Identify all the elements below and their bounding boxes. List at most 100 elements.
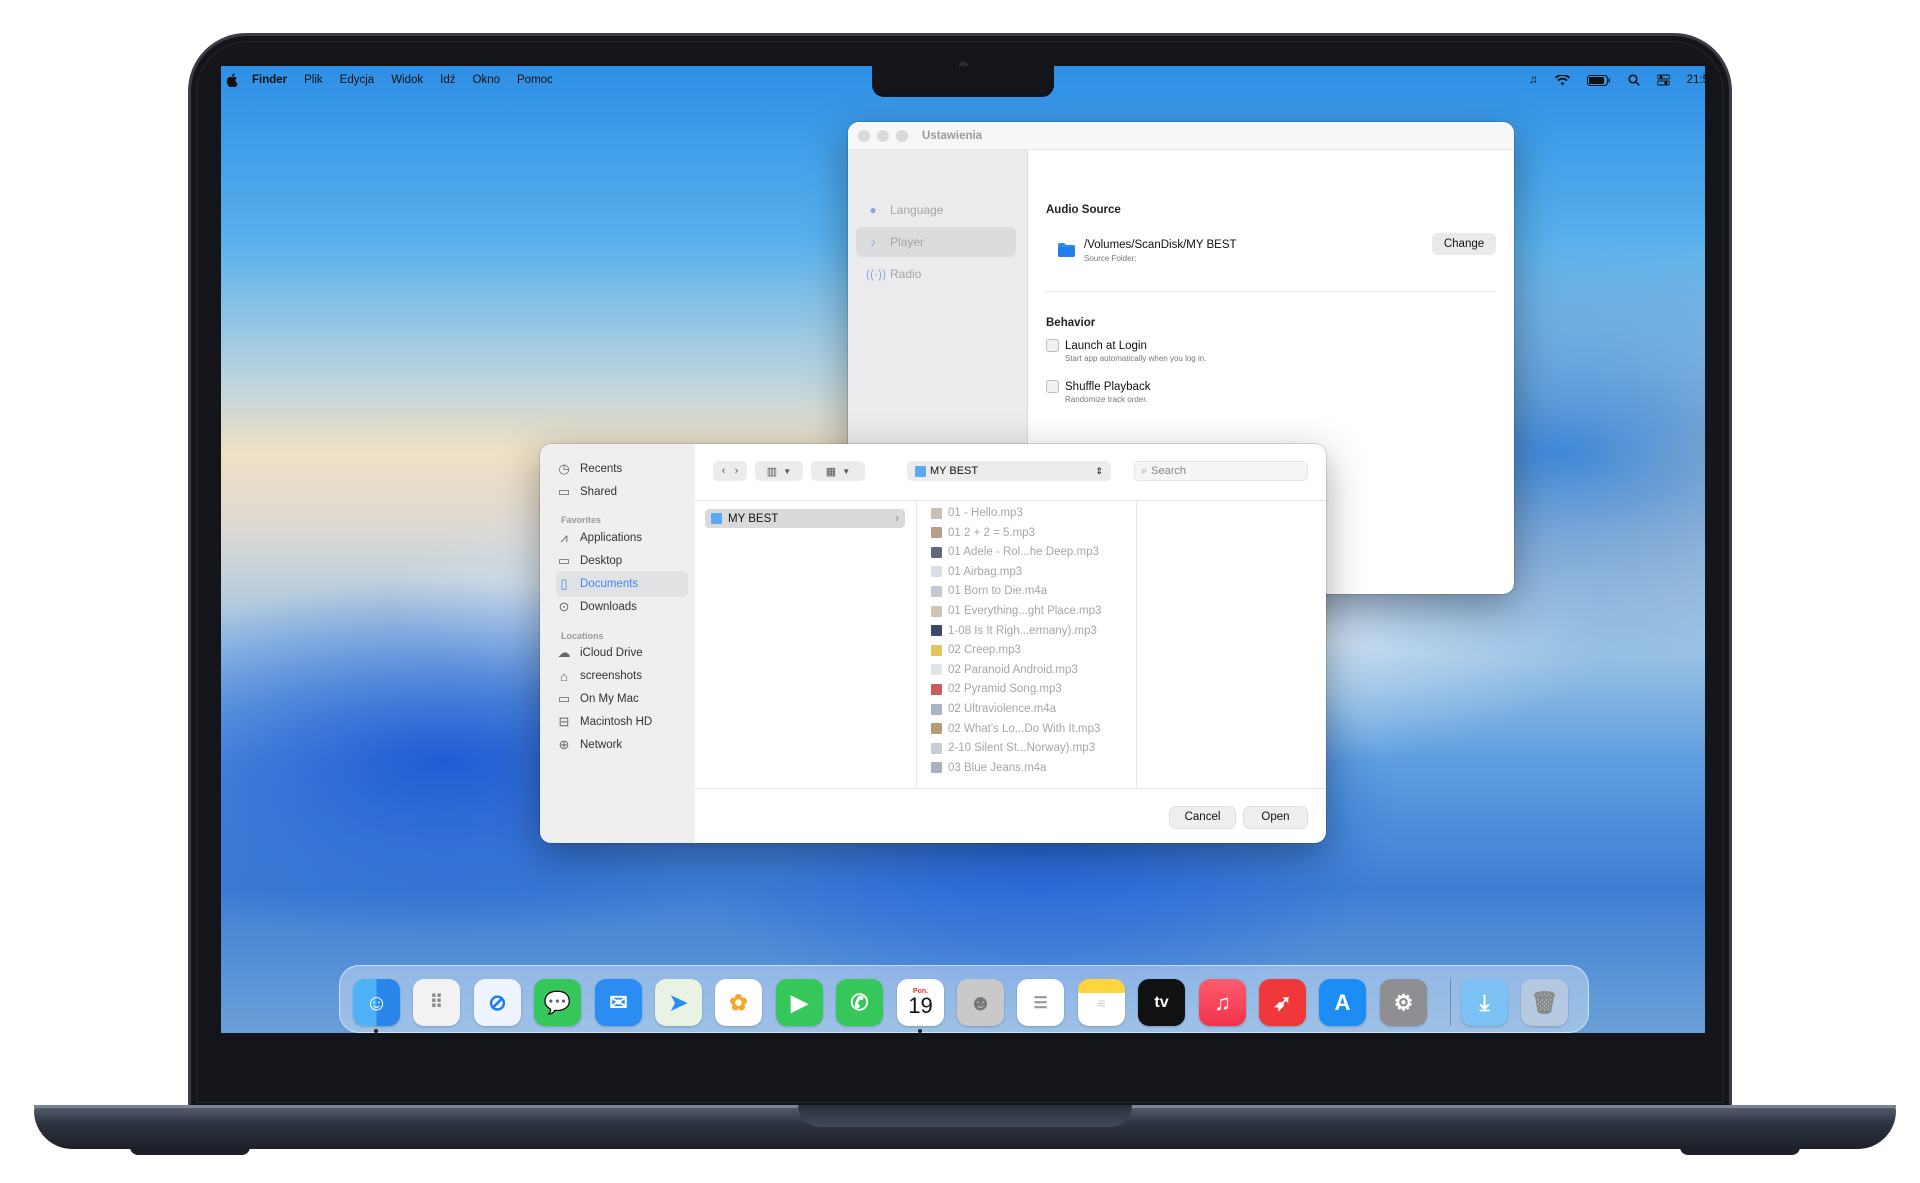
document-icon: ▯ [560, 576, 568, 591]
menu-file[interactable]: Plik [304, 74, 323, 86]
apple-menu-icon[interactable] [226, 73, 238, 87]
file-row[interactable]: 01 - Hello.mp3 [931, 507, 1023, 519]
battery-icon[interactable] [1586, 74, 1611, 86]
sidebar-item-network[interactable]: ⊕ Network [556, 732, 688, 758]
view-mode-button[interactable]: ▥ ▼ [755, 461, 803, 481]
file-row[interactable]: 02 Pyramid Song.mp3 [931, 683, 1062, 695]
sidebar-item-downloads[interactable]: ⊙ Downloads [556, 594, 688, 620]
file-name: 1-08 Is It Righ...ermany).mp3 [948, 624, 1097, 637]
menu-window[interactable]: Okno [473, 74, 501, 86]
trash-icon[interactable]: 🗑 [1521, 979, 1568, 1026]
file-row[interactable]: 01 Adele - Rol...he Deep.mp3 [931, 546, 1099, 558]
running-indicator [374, 1029, 378, 1033]
shuffle-playback-checkbox[interactable] [1046, 380, 1059, 393]
sidebar-item-label: Downloads [580, 601, 637, 613]
cancel-button[interactable]: Cancel [1170, 807, 1235, 828]
safari-icon[interactable]: ⊘ [474, 979, 521, 1026]
music-icon[interactable]: ♫ [1199, 979, 1246, 1026]
open-button[interactable]: Open [1244, 807, 1307, 828]
file-row[interactable]: 02 Ultraviolence.m4a [931, 703, 1056, 715]
file-row[interactable]: 1-08 Is It Righ...ermany).mp3 [931, 625, 1097, 637]
file-row[interactable]: 01 Born to Die.m4a [931, 585, 1047, 597]
laptop-foot [1680, 1147, 1800, 1155]
facetime-icon[interactable]: ▶ [776, 979, 823, 1026]
radio-waves-icon: ((·)) [866, 267, 886, 281]
rocket-app-icon[interactable]: ➶ [1259, 979, 1306, 1026]
file-name: 2-10 Silent St...Norway).mp3 [948, 742, 1096, 755]
sidebar-item-language[interactable]: ● Language [856, 195, 1016, 225]
folder-icon [711, 513, 722, 524]
file-thumbnail-icon [931, 507, 942, 519]
launchpad-icon[interactable]: ⠿ [413, 979, 460, 1026]
launch-at-login-checkbox[interactable] [1046, 339, 1059, 352]
menu-edit[interactable]: Edycja [340, 74, 375, 86]
settings-title: Ustawienia [922, 130, 983, 142]
sidebar-item-shared[interactable]: ▭ Shared [556, 479, 688, 505]
columns-view-icon: ▥ [766, 465, 778, 478]
maps-icon[interactable]: ➤ [655, 979, 702, 1026]
chevron-down-icon: ▼ [783, 466, 792, 476]
search-field[interactable]: ⌕ Search [1134, 461, 1308, 481]
downloads-stack-icon[interactable]: ⤓ [1461, 979, 1508, 1026]
file-thumbnail-icon [931, 723, 942, 735]
forward-chevron-icon[interactable]: › [735, 465, 739, 477]
group-by-button[interactable]: ▦ ▼ [811, 461, 865, 481]
file-row[interactable]: 2-10 Silent St...Norway).mp3 [931, 742, 1095, 754]
file-row[interactable]: 01 Everything...ght Place.mp3 [931, 605, 1101, 617]
file-row[interactable]: 02 What's Lo...Do With It.mp3 [931, 723, 1100, 735]
network-globe-icon: ⊕ [558, 737, 570, 752]
file-thumbnail-icon [931, 664, 942, 676]
sidebar-item-label: screenshots [580, 670, 643, 682]
location-popup[interactable]: MY BEST ⇕ [907, 461, 1111, 481]
phone-icon[interactable]: ✆ [836, 979, 883, 1026]
menu-help[interactable]: Pomoc [517, 74, 553, 86]
file-row[interactable]: 01 2 + 2 = 5.mp3 [931, 527, 1035, 539]
menu-clock[interactable]: 21:5 [1687, 74, 1705, 86]
tv-label: tv [1154, 993, 1169, 1011]
messages-icon[interactable]: 💬 [534, 979, 581, 1026]
file-name: 02 Pyramid Song.mp3 [948, 683, 1062, 696]
file-row[interactable]: 01 Airbag.mp3 [931, 566, 1022, 578]
finder-icon[interactable]: ☺ [353, 979, 400, 1026]
file-thumbnail-icon [931, 605, 942, 617]
sidebar-item-label: Applications [580, 532, 643, 544]
reminders-icon[interactable]: ☰ [1017, 979, 1064, 1026]
open-dialog: ◷ Recents ▭ Shared Favorites ⩘ Applications… [540, 444, 1326, 843]
notes-icon[interactable]: ≡ [1078, 979, 1125, 1026]
wifi-icon[interactable] [1554, 74, 1570, 86]
sidebar-item-label: Language [890, 203, 944, 217]
close-button[interactable] [858, 130, 870, 142]
tv-icon[interactable]: tv [1138, 979, 1185, 1026]
sidebar-item-radio[interactable]: ((·)) Radio [856, 259, 1016, 289]
change-button[interactable]: Change [1432, 233, 1496, 255]
desktop-icon: ▭ [557, 553, 571, 568]
app-store-icon[interactable]: A [1319, 979, 1366, 1026]
menu-go[interactable]: Idź [440, 74, 455, 86]
menu-extras: ♫ 21:5 [1529, 66, 1705, 94]
spotlight-icon[interactable] [1628, 74, 1640, 86]
control-center-icon[interactable] [1656, 74, 1670, 86]
folder-row-selected[interactable]: MY BEST › [705, 509, 905, 528]
browser-column-1: MY BEST › [695, 500, 917, 788]
file-row[interactable]: 03 Blue Jeans.m4a [931, 762, 1046, 774]
zoom-button[interactable] [896, 130, 908, 142]
sidebar-item-player[interactable]: ♪ Player [856, 227, 1016, 257]
folder-name: MY BEST [728, 512, 779, 525]
file-row[interactable]: 02 Creep.mp3 [931, 644, 1021, 656]
system-settings-icon[interactable]: ⚙ [1380, 979, 1427, 1026]
folder-icon: ▭ [557, 691, 571, 706]
file-row[interactable]: 02 Paranoid Android.mp3 [931, 664, 1078, 676]
file-name: 01 Airbag.mp3 [948, 565, 1023, 578]
sidebar-item-label: Desktop [580, 555, 623, 567]
preview-column [1137, 500, 1326, 788]
mail-icon[interactable]: ✉ [595, 979, 642, 1026]
menu-view[interactable]: Widok [391, 74, 423, 86]
menu-app-name[interactable]: Finder [252, 74, 287, 86]
back-chevron-icon[interactable]: ‹ [722, 465, 726, 477]
photos-icon[interactable]: ✿ [715, 979, 762, 1026]
calendar-icon[interactable]: Pon. 19 [897, 979, 944, 1026]
music-status-icon[interactable]: ♫ [1529, 74, 1538, 86]
back-forward-control[interactable]: ‹ › [713, 461, 747, 481]
contacts-icon[interactable]: ☻ [957, 979, 1004, 1026]
minimize-button[interactable] [877, 130, 889, 142]
